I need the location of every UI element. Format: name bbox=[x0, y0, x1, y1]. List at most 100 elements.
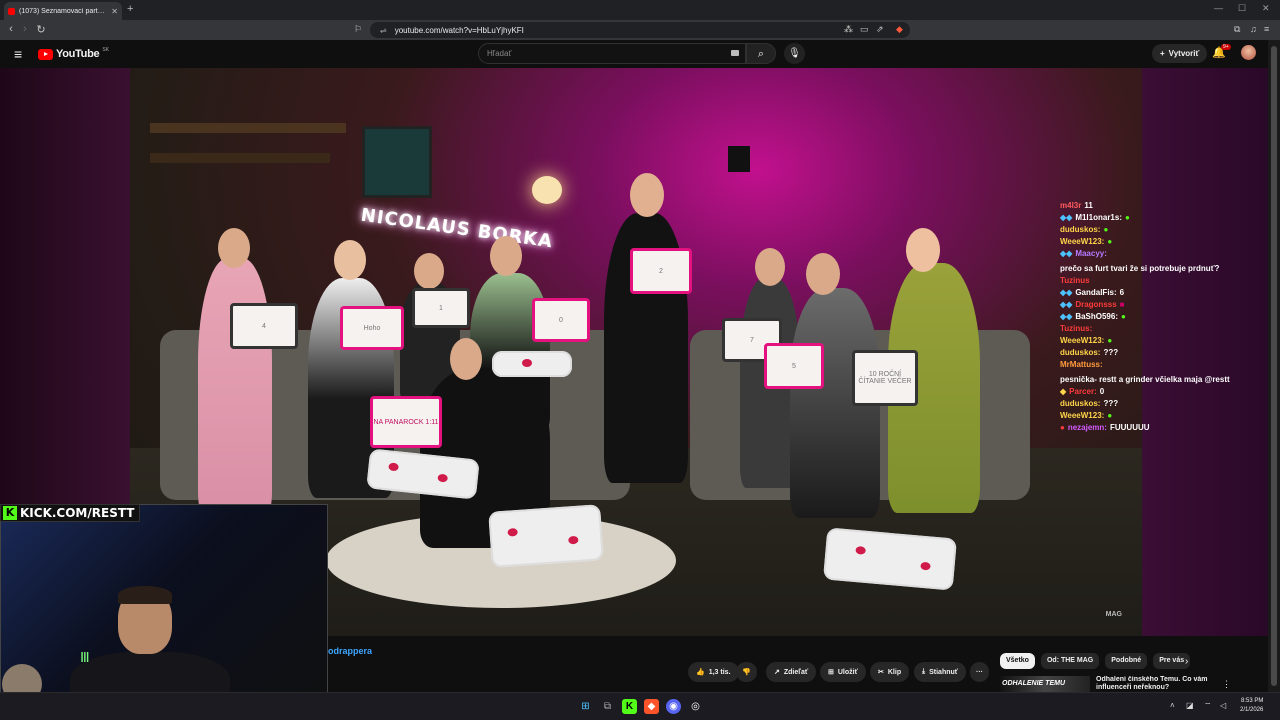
new-tab-icon[interactable]: + bbox=[127, 3, 133, 15]
more-actions-button[interactable]: ··· bbox=[970, 662, 989, 682]
chat-badge-icon: ● bbox=[1060, 423, 1065, 432]
obs-icon[interactable]: ◎ bbox=[688, 699, 703, 714]
chat-username: WeeeW123: bbox=[1060, 336, 1105, 345]
like-button[interactable]: 👍 1,3 tis. bbox=[688, 662, 739, 682]
chat-username: duduskos: bbox=[1060, 348, 1101, 357]
webcam-overlay: Ⅲ K KICK.COM/RESTT bbox=[0, 504, 328, 720]
task-view-icon[interactable]: ⧉ bbox=[600, 699, 615, 714]
cast-icon[interactable]: ▭ bbox=[860, 24, 869, 35]
recommended-video[interactable]: ODHALENIE TEMU Odhalení čínského Temu. C… bbox=[1000, 676, 1255, 692]
volume-icon[interactable]: ◁ bbox=[1220, 701, 1226, 710]
globe-lamp bbox=[532, 176, 562, 204]
person-6-head bbox=[450, 338, 482, 380]
chat-message: WeeeW123: ● bbox=[1060, 335, 1230, 347]
channel-watermark: MAG bbox=[1105, 611, 1122, 618]
hamburger-menu-icon[interactable]: ≡ bbox=[14, 46, 22, 62]
chip-from-channel[interactable]: Od: THE MAG bbox=[1040, 653, 1100, 669]
extensions-icon[interactable]: ⧉ bbox=[1234, 24, 1240, 35]
clock-time: 8:53 PM bbox=[1241, 698, 1264, 704]
video-info-row: odrappera 👍 1,3 tis. 👎 ↗ Zdieľať ⊞ Uloži… bbox=[328, 636, 1268, 692]
search-input[interactable]: Hľadať bbox=[478, 43, 746, 64]
youtube-play-icon bbox=[38, 48, 53, 60]
chat-username: WeeeW123: bbox=[1060, 237, 1105, 246]
share-page-icon[interactable]: ⇗ bbox=[876, 24, 884, 35]
browser-menu-icon[interactable]: ≡ bbox=[1264, 24, 1269, 34]
voice-search-button[interactable]: 🎙 bbox=[784, 43, 805, 64]
brave-shield-icon[interactable]: ◆ bbox=[896, 24, 903, 35]
plus-icon: + bbox=[1160, 49, 1165, 58]
rec-thumbnail[interactable]: ODHALENIE TEMU bbox=[1000, 676, 1090, 692]
person-8-head bbox=[806, 253, 840, 295]
youtube-favicon-icon bbox=[8, 7, 15, 15]
rec-title[interactable]: Odhalení čínského Temu. Co vám influence… bbox=[1096, 676, 1216, 692]
search-button[interactable]: ⌕ bbox=[746, 43, 776, 64]
channel-name-link[interactable]: odrappera bbox=[328, 646, 372, 656]
chat-text: 11 bbox=[1084, 201, 1093, 210]
maximize-icon[interactable]: ☐ bbox=[1238, 3, 1246, 14]
neon-sign: NICOLAUS BORKA bbox=[359, 204, 555, 253]
clip-button[interactable]: ✂ Klip bbox=[870, 662, 910, 682]
download-icon: ⤓ bbox=[922, 668, 926, 675]
chat-message: duduskos:??? bbox=[1060, 347, 1230, 359]
thumbs-up-icon: 👍 bbox=[696, 669, 705, 676]
close-tab-icon[interactable]: ✕ bbox=[111, 7, 118, 16]
chat-username: Parcer: bbox=[1069, 387, 1097, 396]
wifi-icon[interactable]: ⌔ bbox=[1204, 701, 1212, 711]
chat-text: FUUUUUU bbox=[1109, 423, 1150, 432]
bookmark-icon[interactable]: ⚐ bbox=[354, 24, 362, 35]
tray-app-icon[interactable]: ◪ bbox=[1186, 701, 1194, 710]
discord-icon[interactable]: ◉ bbox=[666, 699, 681, 714]
windows-start-icon[interactable]: ⊞ bbox=[578, 699, 593, 714]
scrollbar-thumb[interactable] bbox=[1271, 46, 1277, 686]
url-text: youtube.com/watch?v=HbLuYjhyKFI bbox=[394, 25, 524, 35]
create-button[interactable]: + Vytvoriť bbox=[1152, 44, 1208, 63]
chat-badge-icon: ◆◆ bbox=[1060, 288, 1073, 297]
chat-username: Tuzinus: bbox=[1060, 324, 1093, 333]
chat-badge-icon: ◆◆ bbox=[1060, 213, 1073, 222]
chat-message: ◆◆ BaShO596: ● bbox=[1060, 311, 1230, 323]
chat-username: WeeeW123: bbox=[1060, 411, 1105, 420]
person-1 bbox=[198, 258, 272, 518]
youtube-logo-text: YouTube bbox=[56, 48, 100, 60]
keyboard-icon[interactable] bbox=[731, 50, 739, 56]
chevron-right-icon[interactable]: › bbox=[1185, 656, 1188, 667]
reload-icon[interactable]: ↻ bbox=[34, 23, 48, 36]
url-field[interactable]: ⇌ youtube.com/watch?v=HbLuYjhyKFI bbox=[370, 22, 910, 38]
translate-icon[interactable]: ⁂ bbox=[844, 24, 853, 35]
chat-message: WeeeW123: ● bbox=[1060, 410, 1230, 422]
whiteboard-1: 4 bbox=[230, 303, 298, 349]
forward-icon[interactable]: › bbox=[18, 23, 32, 35]
chat-badge-icon: ◆ bbox=[1060, 387, 1067, 396]
youtube-logo[interactable]: YouTube SK bbox=[38, 47, 109, 60]
region-code: SK bbox=[102, 47, 109, 53]
page-scrollbar[interactable] bbox=[1268, 40, 1280, 692]
tulip-pillow-4 bbox=[492, 351, 572, 377]
chat-emote-icon: ● bbox=[1125, 213, 1130, 222]
clip-label: Klip bbox=[887, 668, 902, 676]
save-button[interactable]: ⊞ Uložiť bbox=[820, 662, 866, 682]
chat-username: Tuzinus bbox=[1060, 276, 1090, 285]
share-button[interactable]: ↗ Zdieľať bbox=[766, 662, 817, 682]
chip-all[interactable]: Všetko bbox=[1000, 653, 1035, 669]
dislike-button[interactable]: 👎 bbox=[736, 662, 757, 682]
close-window-icon[interactable]: ✕ bbox=[1262, 3, 1270, 14]
back-icon[interactable]: ‹ bbox=[4, 23, 18, 35]
chat-username: duduskos: bbox=[1060, 225, 1101, 234]
download-button[interactable]: ⤓ Stiahnuť bbox=[914, 662, 967, 682]
webcam-border bbox=[0, 504, 328, 720]
person-2-head bbox=[334, 240, 366, 280]
rec-more-icon[interactable]: ⋮ bbox=[1222, 679, 1231, 690]
whiteboard-9: 10 ROČNÍ ČÍTANIE VEČER bbox=[852, 350, 918, 406]
minimize-icon[interactable]: — bbox=[1214, 3, 1223, 13]
account-avatar[interactable] bbox=[1241, 45, 1256, 60]
site-info-icon[interactable]: ⇌ bbox=[380, 26, 387, 35]
browser-tab[interactable]: (1073) Seznamovací party se... ✕ bbox=[4, 2, 122, 20]
taskbar-clock[interactable]: 8:53 PM 2/1/2026 bbox=[1240, 697, 1263, 715]
chat-message: MrMattuss: pesnička- restt a grinder včie… bbox=[1060, 359, 1230, 386]
tray-chevron-icon[interactable]: ˄ bbox=[1170, 701, 1175, 710]
clock-date: 2/1/2026 bbox=[1240, 707, 1264, 713]
brave-browser-icon[interactable]: ◆ bbox=[644, 699, 659, 714]
chip-related[interactable]: Podobné bbox=[1105, 653, 1148, 669]
kick-app-icon[interactable]: K bbox=[622, 699, 637, 714]
media-icon[interactable]: ♫ bbox=[1250, 24, 1257, 34]
